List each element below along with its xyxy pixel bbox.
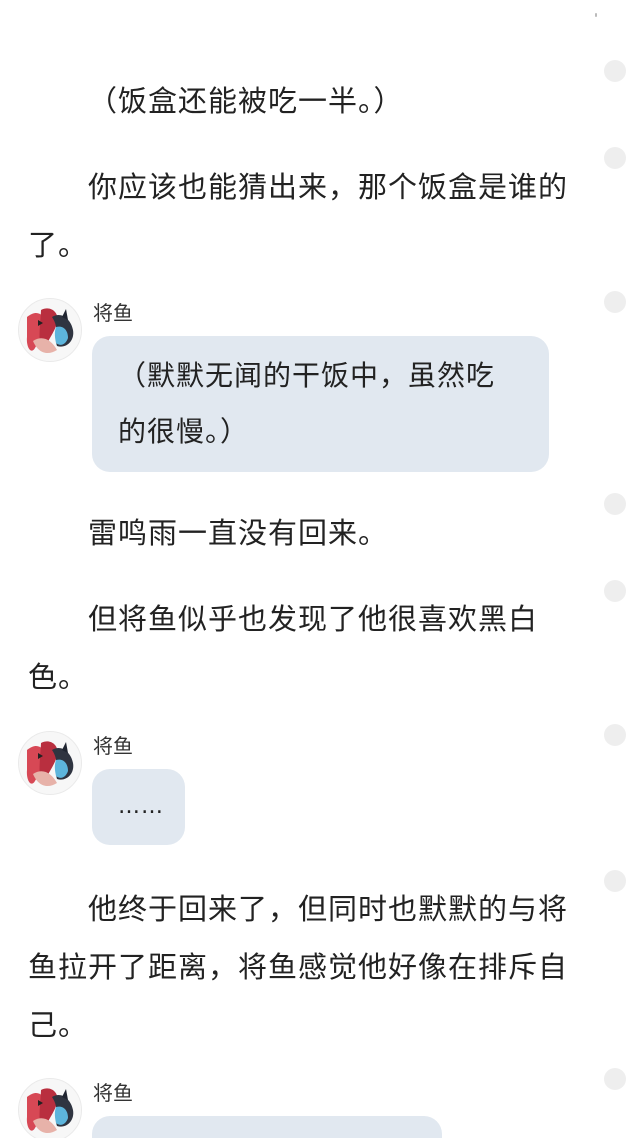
- side-dot[interactable]: [604, 870, 626, 892]
- side-dot[interactable]: [604, 147, 626, 169]
- sender-name: 将鱼: [93, 301, 133, 325]
- avatar-image: [19, 732, 81, 794]
- avatar[interactable]: [18, 731, 82, 795]
- message-bubble: （默默无闻的干饭中，虽然吃的很慢。）: [92, 336, 549, 472]
- side-dot[interactable]: [604, 1068, 626, 1090]
- sender-name: 将鱼: [93, 1081, 133, 1105]
- side-dot[interactable]: [604, 493, 626, 515]
- avatar-image: [19, 1079, 81, 1138]
- avatar-image: [19, 299, 81, 361]
- side-dot[interactable]: [604, 60, 626, 82]
- avatar[interactable]: [18, 298, 82, 362]
- chat-story-page: （饭盒还能被吃一半。） 你应该也能猜出来，那个饭盒是谁的了。 将鱼 （默默无闻的…: [0, 0, 640, 1138]
- side-dot[interactable]: [604, 580, 626, 602]
- status-mark: [595, 13, 597, 17]
- message-bubble: [92, 1116, 442, 1138]
- message-bubble: ……: [92, 769, 185, 845]
- story-paragraph: 雷鸣雨一直没有回来。: [88, 516, 389, 550]
- sender-name: 将鱼: [93, 734, 133, 758]
- story-paragraph: （饭盒还能被吃一半。）: [88, 84, 404, 118]
- story-paragraph: 你应该也能猜出来，那个饭盒是谁的了。: [28, 170, 569, 262]
- avatar[interactable]: [18, 1078, 82, 1138]
- side-dot[interactable]: [604, 724, 626, 746]
- side-dot[interactable]: [604, 291, 626, 313]
- story-paragraph: 他终于回来了，但同时也默默的与将鱼拉开了距离，将鱼感觉他好像在排斥自己。: [28, 892, 569, 1042]
- story-paragraph: 但将鱼似乎也发现了他很喜欢黑白色。: [28, 602, 539, 694]
